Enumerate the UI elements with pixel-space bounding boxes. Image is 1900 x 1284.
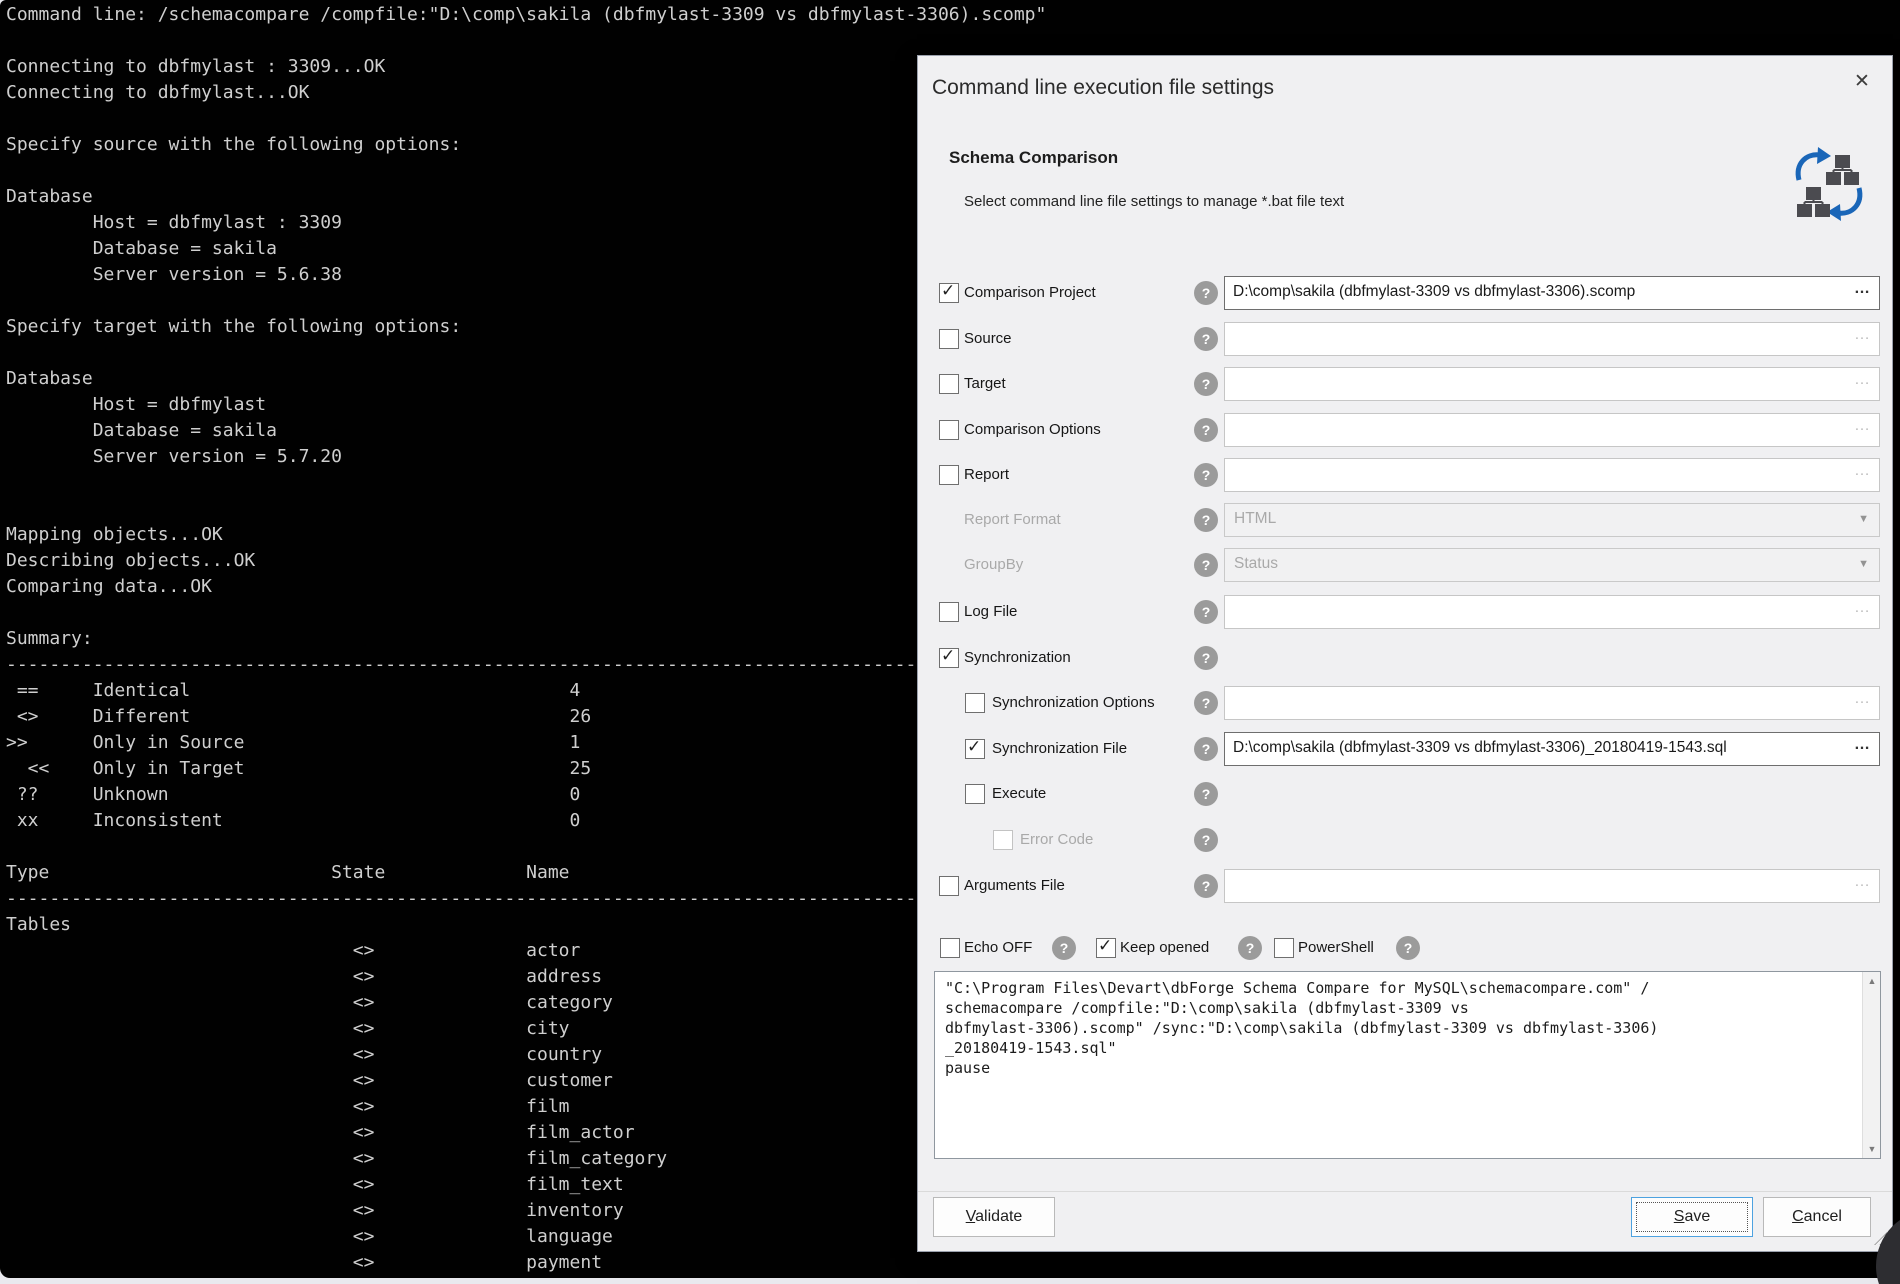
source-row: Source ? …: [918, 322, 1892, 356]
bat-text: "C:\Program Files\Devart\dbForge Schema …: [945, 978, 1658, 1078]
browse-button[interactable]: …: [1854, 736, 1871, 754]
chevron-down-icon: ▼: [1858, 513, 1869, 525]
source-field[interactable]: …: [1224, 322, 1880, 356]
browse-button[interactable]: …: [1854, 462, 1871, 480]
help-icon[interactable]: ?: [1194, 372, 1218, 396]
execute-row: Execute ?: [918, 777, 1892, 811]
help-icon[interactable]: ?: [1194, 463, 1218, 487]
help-icon[interactable]: ?: [1194, 418, 1218, 442]
footer-divider: [918, 1191, 1892, 1192]
browse-button[interactable]: …: [1854, 326, 1871, 344]
browse-button[interactable]: …: [1854, 599, 1871, 617]
screenshot-root: Command line: /schemacompare /compfile:"…: [0, 0, 1900, 1284]
error-code-checkbox[interactable]: [993, 830, 1013, 850]
log-file-row: Log File ? …: [918, 595, 1892, 629]
help-icon[interactable]: ?: [1194, 600, 1218, 624]
section-description: Select command line file settings to man…: [964, 193, 1344, 210]
scroll-up-icon[interactable]: ▲: [1863, 972, 1881, 990]
report-checkbox[interactable]: [939, 465, 959, 485]
validate-button[interactable]: Validate: [933, 1197, 1055, 1237]
comparison-project-row: ✓ Comparison Project ? D:\comp\sakila (d…: [918, 276, 1892, 310]
cancel-button[interactable]: Cancel: [1763, 1197, 1871, 1237]
report-row: Report ? …: [918, 458, 1892, 492]
help-icon[interactable]: ?: [1396, 936, 1420, 960]
help-icon[interactable]: ?: [1238, 936, 1262, 960]
synchronization-file-row: ✓ Synchronization File ? D:\comp\sakila …: [918, 732, 1892, 766]
help-icon[interactable]: ?: [1194, 737, 1218, 761]
console-output: Command line: /schemacompare /compfile:"…: [6, 2, 1046, 1276]
command-line-settings-dialog: Command line execution file settings ✕ S…: [917, 55, 1893, 1252]
help-icon[interactable]: ?: [1194, 646, 1218, 670]
help-icon[interactable]: ?: [1194, 327, 1218, 351]
schema-compare-icon: [1790, 142, 1868, 226]
help-icon[interactable]: ?: [1194, 828, 1218, 852]
synchronization-options-field[interactable]: …: [1224, 686, 1880, 720]
section-title: Schema Comparison: [949, 148, 1118, 168]
target-checkbox[interactable]: [939, 374, 959, 394]
keep-opened-checkbox[interactable]: ✓: [1096, 938, 1116, 958]
arguments-file-field[interactable]: …: [1224, 869, 1880, 903]
browse-button[interactable]: …: [1854, 690, 1871, 708]
browse-button[interactable]: …: [1854, 873, 1871, 891]
target-row: Target ? …: [918, 367, 1892, 401]
log-file-checkbox[interactable]: [939, 602, 959, 622]
execute-checkbox[interactable]: [965, 784, 985, 804]
comparison-options-row: Comparison Options ? …: [918, 413, 1892, 447]
target-field[interactable]: …: [1224, 367, 1880, 401]
browse-button[interactable]: …: [1854, 371, 1871, 389]
help-icon[interactable]: ?: [1194, 281, 1218, 305]
help-icon[interactable]: ?: [1194, 508, 1218, 532]
synchronization-checkbox[interactable]: ✓: [939, 648, 959, 668]
bat-text-area[interactable]: "C:\Program Files\Devart\dbForge Schema …: [934, 971, 1881, 1159]
comparison-project-checkbox[interactable]: ✓: [939, 283, 959, 303]
synchronization-options-checkbox[interactable]: [965, 693, 985, 713]
arguments-file-checkbox[interactable]: [939, 876, 959, 896]
help-icon[interactable]: ?: [1194, 553, 1218, 577]
arguments-file-row: Arguments File ? …: [918, 869, 1892, 903]
synchronization-row: ✓ Synchronization ?: [918, 641, 1892, 675]
browse-button[interactable]: …: [1854, 280, 1871, 298]
bat-options-row: Echo OFF ? ✓ Keep opened ? PowerShell ?: [918, 931, 1892, 965]
comparison-options-checkbox[interactable]: [939, 420, 959, 440]
error-code-row: Error Code ?: [918, 823, 1892, 857]
help-icon[interactable]: ?: [1194, 691, 1218, 715]
report-field[interactable]: …: [1224, 458, 1880, 492]
groupby-combo[interactable]: Status ▼: [1224, 548, 1880, 582]
scroll-down-icon[interactable]: ▼: [1863, 1140, 1881, 1158]
dialog-title: Command line execution file settings: [932, 76, 1274, 100]
echo-off-checkbox[interactable]: [940, 938, 960, 958]
log-file-field[interactable]: …: [1224, 595, 1880, 629]
report-format-combo[interactable]: HTML ▼: [1224, 503, 1880, 537]
groupby-row: GroupBy ? Status ▼: [918, 548, 1892, 582]
help-icon[interactable]: ?: [1194, 874, 1218, 898]
report-format-row: Report Format ? HTML ▼: [918, 503, 1892, 537]
source-checkbox[interactable]: [939, 329, 959, 349]
save-button[interactable]: Save: [1631, 1197, 1753, 1237]
help-icon[interactable]: ?: [1052, 936, 1076, 960]
chevron-down-icon: ▼: [1858, 558, 1869, 570]
close-icon[interactable]: ✕: [1848, 68, 1876, 96]
powershell-checkbox[interactable]: [1274, 938, 1294, 958]
scrollbar[interactable]: ▲ ▼: [1862, 972, 1880, 1158]
synchronization-file-checkbox[interactable]: ✓: [965, 739, 985, 759]
synchronization-file-field[interactable]: D:\comp\sakila (dbfmylast-3309 vs dbfmyl…: [1224, 732, 1880, 766]
comparison-options-field[interactable]: …: [1224, 413, 1880, 447]
comparison-project-field[interactable]: D:\comp\sakila (dbfmylast-3309 vs dbfmyl…: [1224, 276, 1880, 310]
browse-button[interactable]: …: [1854, 417, 1871, 435]
help-icon[interactable]: ?: [1194, 782, 1218, 806]
synchronization-options-row: Synchronization Options ? …: [918, 686, 1892, 720]
